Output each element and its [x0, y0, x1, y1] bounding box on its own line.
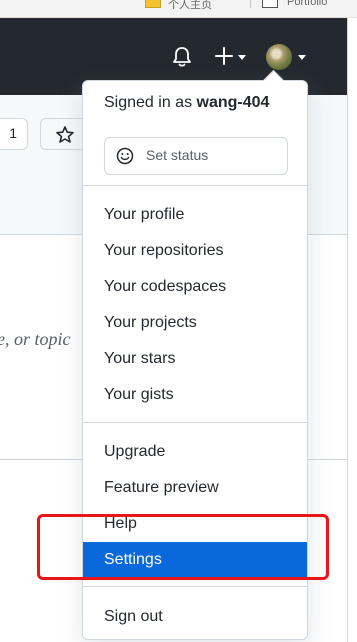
bookmark-label[interactable]: Portfolio: [287, 0, 327, 8]
menu-item-feature-preview[interactable]: Feature preview: [83, 471, 307, 504]
page-icon[interactable]: [262, 0, 278, 8]
bookmark-separator: [250, 0, 251, 8]
menu-item-your-codespaces[interactable]: Your codespaces: [83, 270, 307, 303]
user-dropdown-menu: Signed in as wang-404 Set status Your pr…: [82, 69, 308, 640]
set-status-label: Set status: [146, 147, 209, 163]
avatar: [266, 44, 292, 70]
count-button[interactable]: 1: [0, 118, 28, 150]
menu-item-your-stars[interactable]: Your stars: [83, 342, 307, 375]
menu-item-help[interactable]: Help: [83, 507, 307, 540]
bookmark-label[interactable]: 个人主页: [168, 0, 212, 12]
star-icon: [56, 126, 74, 143]
signed-in-text: Signed in as wang-404: [104, 94, 269, 112]
menu-item-your-gists[interactable]: Your gists: [83, 378, 307, 411]
bell-icon[interactable]: [172, 46, 192, 68]
smiley-icon: [116, 147, 134, 165]
window-edge: [347, 18, 357, 642]
menu-divider: [83, 185, 307, 186]
menu-item-your-repositories[interactable]: Your repositories: [83, 234, 307, 267]
menu-item-your-profile[interactable]: Your profile: [83, 198, 307, 231]
search-hint-text: e, or topic: [0, 329, 71, 349]
menu-item-upgrade[interactable]: Upgrade: [83, 435, 307, 468]
user-menu-toggle[interactable]: [266, 44, 310, 72]
menu-divider: [83, 586, 307, 587]
signed-in-prefix: Signed in as: [104, 94, 197, 111]
plus-icon: [215, 47, 233, 65]
menu-divider: [83, 422, 307, 423]
count-value: 1: [9, 125, 17, 141]
menu-item-settings[interactable]: Settings: [83, 542, 307, 577]
set-status-button[interactable]: Set status: [104, 137, 288, 175]
create-new-dropdown[interactable]: [213, 45, 249, 69]
browser-bookmarks-bar: 个人主页 Portfolio: [0, 0, 357, 18]
chevron-down-icon: [238, 55, 246, 60]
folder-icon[interactable]: [145, 0, 161, 8]
username[interactable]: wang-404: [197, 94, 270, 111]
menu-item-sign-out[interactable]: Sign out: [83, 600, 307, 633]
chevron-down-icon: [298, 55, 306, 60]
menu-item-your-projects[interactable]: Your projects: [83, 306, 307, 339]
